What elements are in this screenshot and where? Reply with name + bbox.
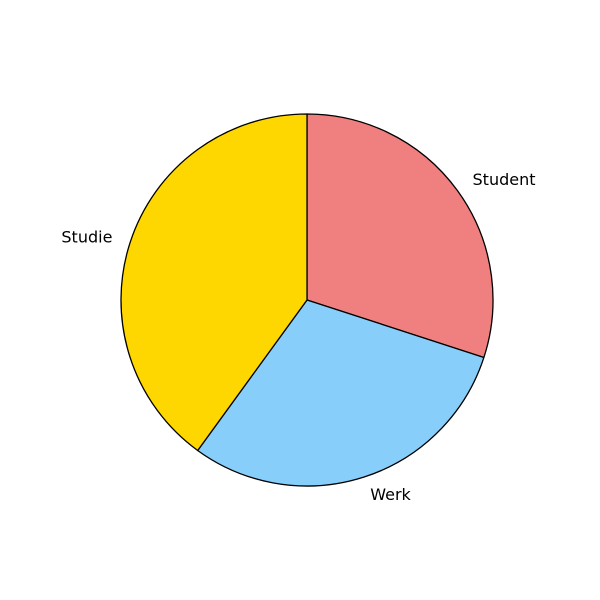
pie-slices [120, 113, 494, 487]
pie-chart: Student Werk Studie [61, 113, 536, 504]
pie-label-student: Student [473, 170, 536, 189]
pie-label-studie: Studie [61, 227, 112, 246]
pie-label-werk: Werk [370, 485, 411, 504]
